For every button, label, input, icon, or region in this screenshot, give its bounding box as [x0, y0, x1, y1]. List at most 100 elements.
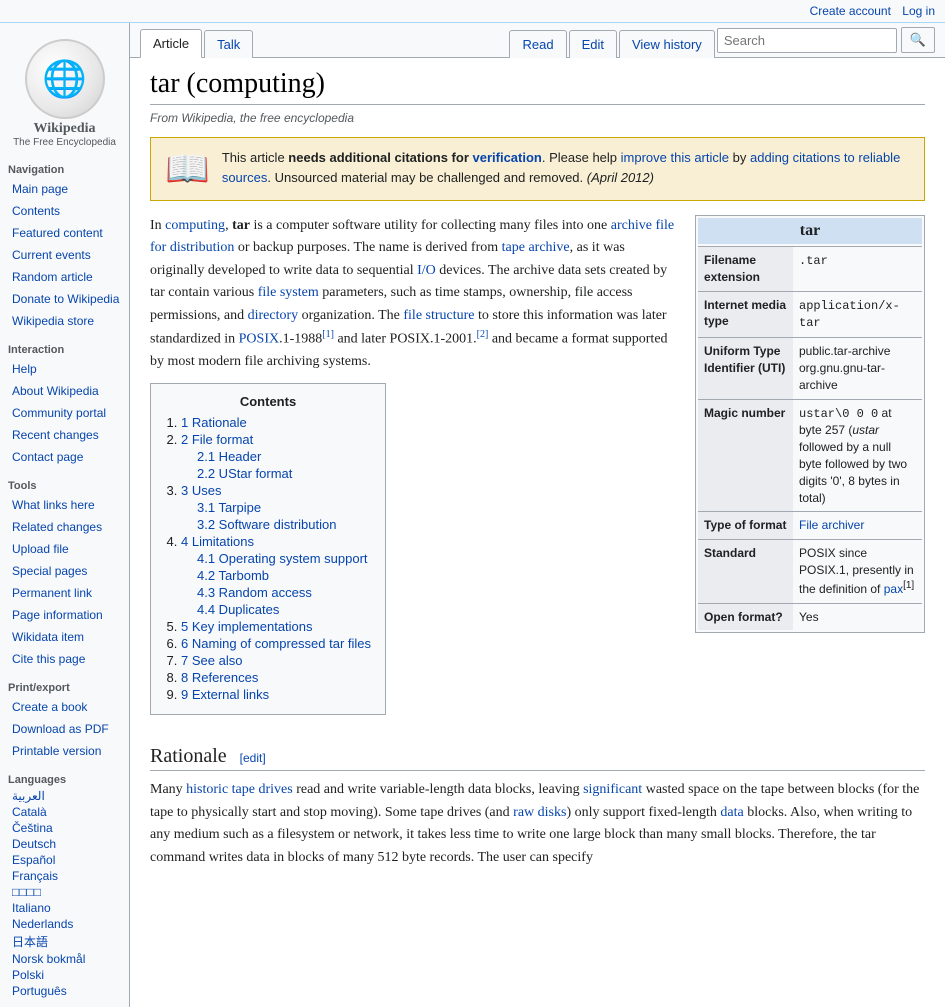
infobox-row-magic: Magic number ustar\0 0 0 at byte 257 (us… — [698, 399, 922, 512]
sidebar-item-contact[interactable]: Contact page — [0, 446, 129, 468]
sidebar-logo: 🌐 Wikipedia The Free Encyclopedia — [0, 31, 129, 152]
languages-section: Languages العربية Català Čeština Deutsch… — [0, 770, 129, 999]
lang-polski[interactable]: Polski — [0, 967, 129, 983]
log-in-link[interactable]: Log in — [902, 4, 935, 18]
sidebar-item-page-info[interactable]: Page information — [0, 604, 129, 626]
toc-item-9: 9 External links — [181, 687, 371, 702]
wiki-name: Wikipedia — [4, 121, 125, 137]
table-of-contents: Contents 1 Rationale 2 File format 2.1 H… — [150, 383, 386, 715]
sidebar-item-printable[interactable]: Printable version — [0, 740, 129, 762]
page-tabs: Article Talk Read Edit View history 🔍 — [130, 23, 945, 58]
lang-squares[interactable]: □□□□ — [0, 884, 129, 900]
verification-link[interactable]: verification — [473, 150, 542, 165]
sidebar-item-main-page[interactable]: Main page — [0, 178, 129, 200]
toc-list: 1 Rationale 2 File format 2.1 Header 2.2… — [181, 415, 371, 702]
notice-box: 📖 This article needs additional citation… — [150, 137, 925, 201]
sidebar-item-store[interactable]: Wikipedia store — [0, 310, 129, 332]
main-content: Article Talk Read Edit View history 🔍 ta… — [130, 23, 945, 1007]
infobox-row-media-type: Internet media type application/x-tar — [698, 291, 922, 338]
infobox: tar Filename extension .tar Internet med… — [695, 215, 925, 633]
lang-norsk[interactable]: Norsk bokmål — [0, 951, 129, 967]
toc-item-3-2: 3.2 Software distribution — [197, 517, 371, 532]
search-input[interactable] — [717, 28, 897, 53]
sidebar-item-recent[interactable]: Recent changes — [0, 424, 129, 446]
toc-item-3-1: 3.1 Tarpipe — [197, 500, 371, 515]
toc-item-5: 5 Key implementations — [181, 619, 371, 634]
infobox-row-uti: Uniform Type Identifier (UTI) public.tar… — [698, 337, 922, 398]
notice-text: This article needs additional citations … — [222, 148, 910, 187]
nav-section-title: Navigation — [0, 160, 129, 178]
search-bar: 🔍 — [717, 23, 935, 57]
sidebar-item-help[interactable]: Help — [0, 358, 129, 380]
interaction-title: Interaction — [0, 340, 129, 358]
lang-francais[interactable]: Français — [0, 868, 129, 884]
infobox-title: tar — [698, 218, 922, 244]
toc-item-8: 8 References — [181, 670, 371, 685]
tools-title: Tools — [0, 476, 129, 494]
sidebar-item-wikidata[interactable]: Wikidata item — [0, 626, 129, 648]
lang-espanol[interactable]: Español — [0, 852, 129, 868]
sidebar-item-contents[interactable]: Contents — [0, 200, 129, 222]
toc-item-4: 4 Limitations 4.1 Operating system suppo… — [181, 534, 371, 617]
sidebar-item-about[interactable]: About Wikipedia — [0, 380, 129, 402]
sidebar-item-current-events[interactable]: Current events — [0, 244, 129, 266]
tools-section: Tools What links here Related changes Up… — [0, 476, 129, 670]
rationale-heading: Rationale [edit] — [150, 745, 925, 771]
toc-item-4-3: 4.3 Random access — [197, 585, 371, 600]
sidebar-item-donate[interactable]: Donate to Wikipedia — [0, 288, 129, 310]
sidebar-item-related-changes[interactable]: Related changes — [0, 516, 129, 538]
sidebar-item-special[interactable]: Special pages — [0, 560, 129, 582]
interaction-section: Interaction Help About Wikipedia Communi… — [0, 340, 129, 468]
lang-portugues[interactable]: Português — [0, 983, 129, 999]
infobox-row-type: Type of format File archiver — [698, 511, 922, 539]
sidebar-item-permanent[interactable]: Permanent link — [0, 582, 129, 604]
toc-title: Contents — [165, 394, 371, 409]
rationale-edit-link[interactable]: [edit] — [240, 751, 266, 765]
sidebar-item-create-book[interactable]: Create a book — [0, 696, 129, 718]
lang-deutsch[interactable]: Deutsch — [0, 836, 129, 852]
toc-item-6: 6 Naming of compressed tar files — [181, 636, 371, 651]
lang-cestina[interactable]: Čeština — [0, 820, 129, 836]
tab-edit[interactable]: Edit — [569, 30, 617, 58]
rationale-body: Many historic tape drives read and write… — [150, 779, 925, 869]
notice-icon: 📖 — [165, 148, 210, 190]
sidebar-item-random[interactable]: Random article — [0, 266, 129, 288]
toc-item-4-1: 4.1 Operating system support — [197, 551, 371, 566]
tab-view-history[interactable]: View history — [619, 30, 715, 58]
sidebar-item-download-pdf[interactable]: Download as PDF — [0, 718, 129, 740]
sidebar-item-featured[interactable]: Featured content — [0, 222, 129, 244]
create-account-link[interactable]: Create account — [810, 4, 891, 18]
infobox-row-open: Open format? Yes — [698, 603, 922, 631]
sidebar-item-cite[interactable]: Cite this page — [0, 648, 129, 670]
toc-item-2: 2 File format 2.1 Header 2.2 UStar forma… — [181, 432, 371, 481]
tab-talk[interactable]: Talk — [204, 30, 253, 58]
toc-item-7: 7 See also — [181, 653, 371, 668]
page-title: tar (computing) — [150, 68, 925, 105]
improve-link[interactable]: improve this article — [621, 150, 729, 165]
lang-italiano[interactable]: Italiano — [0, 900, 129, 916]
toc-item-2-2: 2.2 UStar format — [197, 466, 371, 481]
lang-japanese[interactable]: 日本語 — [0, 932, 129, 951]
toc-item-2-1: 2.1 Header — [197, 449, 371, 464]
infobox-row-filename: Filename extension .tar — [698, 246, 922, 291]
tab-read[interactable]: Read — [509, 30, 566, 58]
infobox-row-standard: Standard POSIX since POSIX.1, presently … — [698, 539, 922, 602]
wiki-sub: The Free Encyclopedia — [4, 137, 125, 148]
nav-section: Navigation Main page Contents Featured c… — [0, 160, 129, 332]
toc-item-4-4: 4.4 Duplicates — [197, 602, 371, 617]
wikipedia-logo: 🌐 — [25, 39, 105, 119]
sidebar-item-upload[interactable]: Upload file — [0, 538, 129, 560]
sidebar-item-what-links[interactable]: What links here — [0, 494, 129, 516]
lang-arabic[interactable]: العربية — [0, 788, 129, 804]
search-button[interactable]: 🔍 — [901, 27, 935, 53]
from-wiki: From Wikipedia, the free encyclopedia — [150, 111, 925, 125]
toc-item-3: 3 Uses 3.1 Tarpipe 3.2 Software distribu… — [181, 483, 371, 532]
sidebar: 🌐 Wikipedia The Free Encyclopedia Naviga… — [0, 23, 130, 1007]
article: tar (computing) From Wikipedia, the free… — [130, 58, 945, 889]
toc-item-1: 1 Rationale — [181, 415, 371, 430]
sidebar-item-community[interactable]: Community portal — [0, 402, 129, 424]
tab-article[interactable]: Article — [140, 29, 202, 58]
lang-catala[interactable]: Català — [0, 804, 129, 820]
top-bar: Create account Log in — [0, 0, 945, 23]
lang-nederlands[interactable]: Nederlands — [0, 916, 129, 932]
